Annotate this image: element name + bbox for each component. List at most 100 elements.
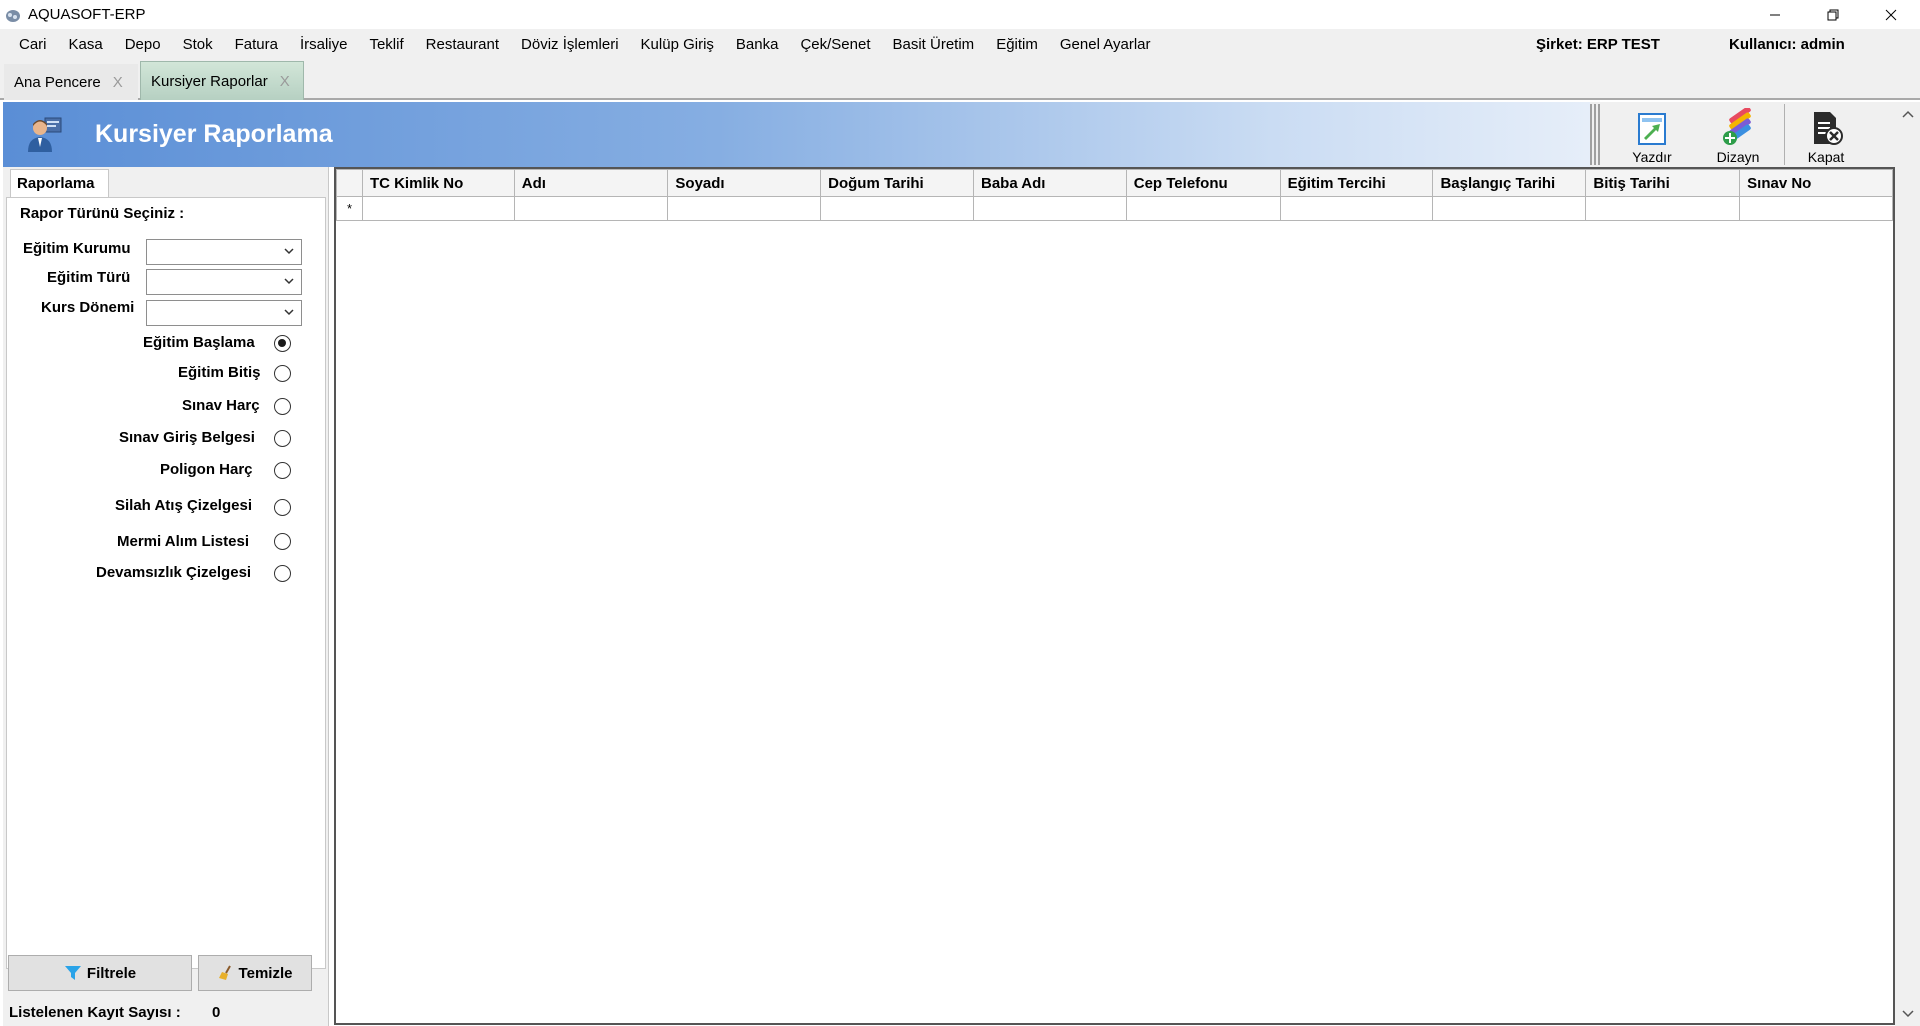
title-bar: AQUASOFT-ERP [0, 0, 1920, 29]
scroll-up-arrow[interactable] [1895, 104, 1920, 124]
new-row-cell[interactable] [1279, 196, 1434, 221]
design-palette-icon [1723, 108, 1751, 145]
menu-item-0[interactable]: Cari [8, 29, 58, 60]
toolbar-separator [1784, 104, 1785, 165]
option-poligon-harc-radio[interactable] [274, 462, 291, 479]
close-document-icon [1814, 112, 1843, 145]
close-icon [1885, 9, 1897, 20]
option-mermi-alim-radio[interactable] [274, 533, 291, 550]
scroll-down-arrow[interactable] [1895, 1004, 1920, 1024]
option-egitim-bitis-label: Eğitim Bitiş [178, 364, 261, 381]
row-selector-header [336, 169, 363, 197]
institution-select[interactable] [146, 239, 302, 265]
menu-item-6[interactable]: Teklif [358, 29, 414, 60]
print-icon [1638, 113, 1666, 145]
menu-item-9[interactable]: Kulüp Giriş [630, 29, 725, 60]
menu-bar: Cari Kasa Depo Stok Fatura İrsaliye Teklif Rest… [0, 29, 1920, 60]
menu-item-7[interactable]: Restaurant [415, 29, 510, 60]
option-silah-atis-radio[interactable] [274, 499, 291, 516]
menu-item-13[interactable]: Eğitim [985, 29, 1049, 60]
chevron-down-icon [1901, 1010, 1914, 1018]
form-title: Kursiyer Raporlama [95, 120, 333, 148]
vertical-scrollbar[interactable] [1895, 102, 1920, 1026]
menu-item-12[interactable]: Basit Üretim [882, 29, 986, 60]
option-devamsizlik-label: Devamsızlık Çizelgesi [96, 564, 252, 581]
column-header[interactable]: Başlangıç Tarihi [1432, 169, 1587, 197]
new-row[interactable]: * [336, 196, 1893, 221]
column-header[interactable]: Cep Telefonu [1125, 169, 1281, 197]
new-row-cell[interactable] [1739, 196, 1893, 221]
user-report-icon [28, 117, 62, 152]
new-row-marker: * [336, 196, 363, 221]
option-devamsizlik-radio[interactable] [274, 565, 291, 582]
menu-item-10[interactable]: Banka [725, 29, 790, 60]
tab-close-button[interactable]: X [113, 74, 123, 91]
tab-raporlama[interactable]: Raporlama [10, 169, 109, 198]
chevron-down-icon [284, 278, 294, 285]
menu-item-8[interactable]: Döviz İşlemleri [510, 29, 630, 60]
new-row-cell[interactable] [972, 196, 1127, 221]
option-sinav-harc-radio[interactable] [274, 398, 291, 415]
toolbar-grip[interactable] [1590, 104, 1600, 165]
tab-ana-pencere[interactable]: Ana Pencere X [4, 64, 138, 100]
filter-button[interactable]: Filtrele [8, 955, 192, 991]
new-row-cell[interactable] [1125, 196, 1281, 221]
form-header: Kursiyer Raporlama [3, 102, 1590, 167]
menu-item-11[interactable]: Çek/Senet [789, 29, 881, 60]
record-count-value: 0 [212, 1004, 221, 1021]
option-egitim-bitis-radio[interactable] [274, 365, 291, 382]
menu-items: Cari Kasa Depo Stok Fatura İrsaliye Teklif Rest… [0, 29, 1161, 60]
new-row-cell[interactable] [667, 196, 822, 221]
new-row-cell[interactable] [513, 196, 669, 221]
option-poligon-harc-label: Poligon Harç [160, 461, 253, 478]
design-button[interactable]: Dizayn [1698, 102, 1778, 167]
column-header[interactable]: Sınav No [1739, 169, 1893, 197]
results-grid[interactable]: TC Kimlik No Adı Soyadı Doğum Tarihi Baba Ad… [334, 167, 1895, 1025]
tab-close-button[interactable]: X [280, 73, 290, 90]
column-header[interactable]: TC Kimlik No [361, 169, 515, 197]
new-row-cell[interactable] [1432, 196, 1587, 221]
close-window-button[interactable] [1862, 0, 1920, 29]
restore-button[interactable] [1804, 0, 1862, 29]
chevron-up-icon [1901, 110, 1914, 118]
option-silah-atis-label: Silah Atış Çizelgesi [115, 497, 252, 514]
menu-item-5[interactable]: İrsaliye [289, 29, 359, 60]
table-header-row: TC Kimlik No Adı Soyadı Doğum Tarihi Baba Ad… [336, 169, 1893, 197]
column-header[interactable]: Soyadı [667, 169, 822, 197]
close-form-button[interactable]: Kapat [1786, 102, 1866, 167]
menu-item-4[interactable]: Fatura [224, 29, 289, 60]
option-mermi-alim-label: Mermi Alım Listesi [117, 533, 249, 550]
design-label: Dizayn [1716, 149, 1760, 165]
minimize-icon [1770, 14, 1780, 15]
tab-label: Ana Pencere [14, 73, 101, 91]
column-header[interactable]: Doğum Tarihi [820, 169, 974, 197]
new-row-cell[interactable] [820, 196, 974, 221]
column-header[interactable]: Bitiş Tarihi [1585, 169, 1741, 197]
type-select[interactable] [146, 269, 302, 295]
column-header[interactable]: Eğitim Tercihi [1279, 169, 1434, 197]
menu-item-14[interactable]: Genel Ayarlar [1049, 29, 1162, 60]
filter-funnel-icon [64, 966, 81, 980]
menu-item-2[interactable]: Depo [114, 29, 172, 60]
app-title: AQUASOFT-ERP [28, 6, 146, 23]
menu-item-1[interactable]: Kasa [58, 29, 114, 60]
new-row-cell[interactable] [1585, 196, 1741, 221]
type-label: Eğitim Türü [47, 269, 131, 286]
minimize-button[interactable] [1746, 0, 1804, 29]
app-logo-icon [6, 9, 20, 22]
chevron-down-icon [284, 248, 294, 255]
option-egitim-baslama-label: Eğitim Başlama [143, 334, 255, 351]
option-egitim-baslama-radio[interactable] [274, 335, 291, 352]
menu-item-3[interactable]: Stok [172, 29, 224, 60]
new-row-cell[interactable] [361, 196, 515, 221]
option-sinav-giris-radio[interactable] [274, 430, 291, 447]
tab-kursiyer-raporlar[interactable]: Kursiyer Raporlar X [140, 61, 304, 100]
column-header[interactable]: Baba Adı [972, 169, 1127, 197]
period-label: Kurs Dönemi [41, 299, 135, 316]
clear-button[interactable]: Temizle [198, 955, 312, 991]
column-header[interactable]: Adı [513, 169, 669, 197]
record-count-label: Listelenen Kayıt Sayısı : [9, 1004, 181, 1021]
period-select[interactable] [146, 300, 302, 326]
print-button[interactable]: Yazdır [1612, 102, 1692, 167]
report-filter-panel: Raporlama Rapor Türünü Seçiniz : Eğitim … [3, 167, 329, 1026]
